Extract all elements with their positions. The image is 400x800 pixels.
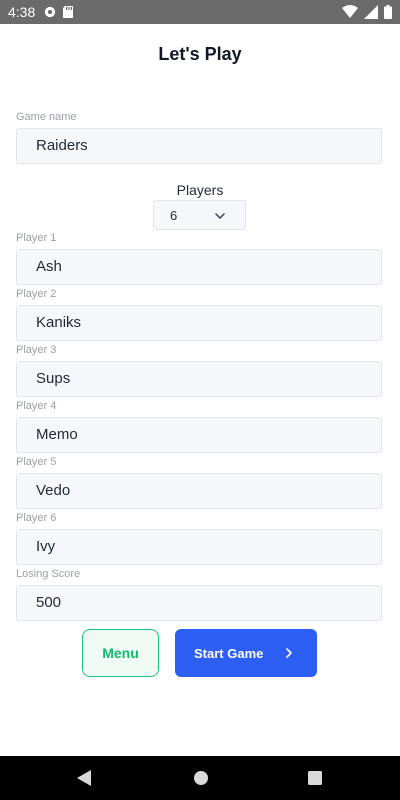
start-game-button[interactable]: Start Game [175, 629, 317, 677]
game-name-input[interactable]: Raiders [16, 128, 382, 164]
losing-score-label: Losing Score [16, 568, 81, 580]
cellular-signal-icon [364, 5, 378, 19]
menu-button[interactable]: Menu [82, 629, 159, 677]
player-5-input[interactable]: Vedo [16, 473, 382, 509]
start-game-button-label: Start Game [194, 646, 264, 661]
chevron-right-icon [286, 648, 292, 658]
menu-button-label: Menu [102, 645, 139, 661]
back-icon[interactable] [76, 769, 92, 787]
recent-apps-icon[interactable] [308, 771, 322, 785]
losing-score-input[interactable]: 500 [16, 585, 382, 621]
player-2-input[interactable]: Kaniks [16, 305, 382, 341]
player-6-label: Player 6 [16, 512, 57, 524]
sd-card-icon [63, 6, 73, 18]
player-1-input[interactable]: Ash [16, 249, 382, 285]
game-name-label: Game name [16, 111, 77, 123]
status-time: 4:38 [8, 4, 36, 20]
players-count-select[interactable]: 6 [153, 200, 246, 230]
player-4-input[interactable]: Memo [16, 417, 382, 453]
player-4-label: Player 4 [16, 400, 57, 412]
battery-icon [384, 5, 392, 19]
system-navigation-bar [0, 756, 400, 800]
player-3-input[interactable]: Sups [16, 361, 382, 397]
app-notification-icon [44, 6, 56, 18]
chevron-down-icon [215, 213, 225, 219]
player-2-label: Player 2 [16, 288, 57, 300]
player-6-input[interactable]: Ivy [16, 529, 382, 565]
wifi-icon [342, 5, 358, 18]
players-count-value: 6 [170, 208, 178, 223]
player-3-label: Player 3 [16, 344, 57, 356]
players-label: Players [176, 182, 224, 198]
player-5-label: Player 5 [16, 456, 57, 468]
player-1-label: Player 1 [16, 232, 57, 244]
status-bar: 4:38 [0, 0, 400, 24]
home-icon[interactable] [193, 770, 209, 786]
page-title: Let's Play [158, 44, 242, 64]
